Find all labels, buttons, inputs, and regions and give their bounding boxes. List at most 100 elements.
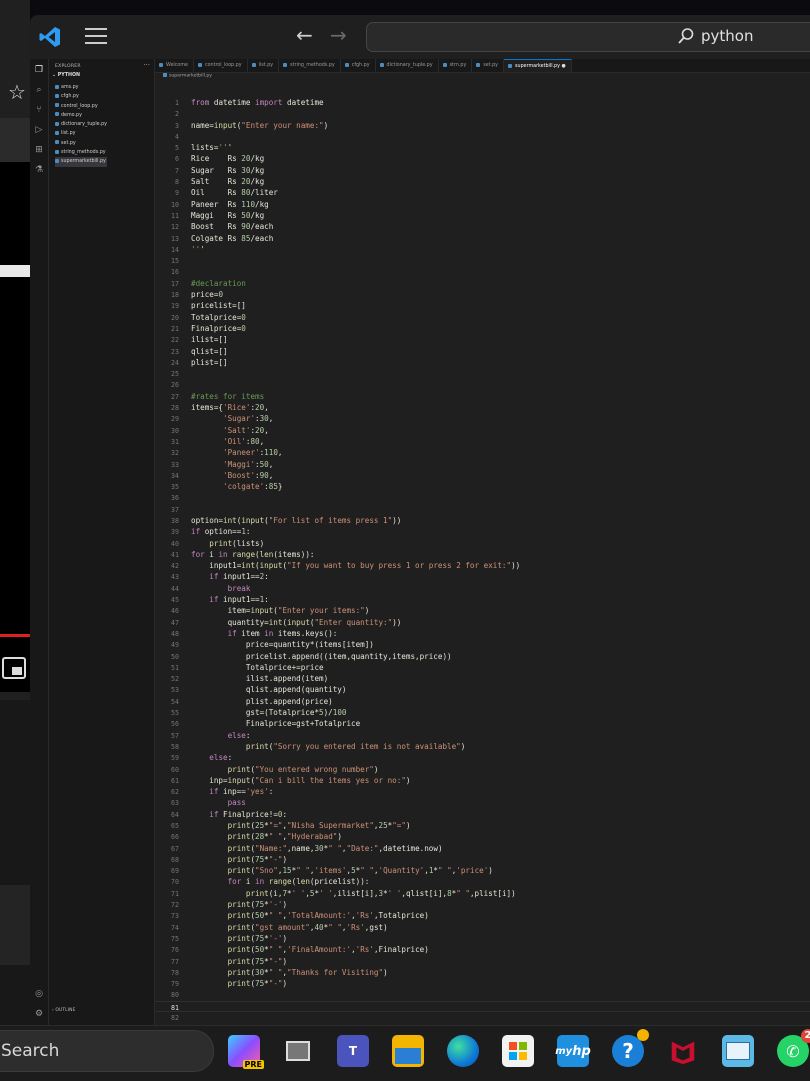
code-line[interactable]: 72 print(75*'-') <box>155 899 810 910</box>
code-line[interactable]: 59 else: <box>155 752 810 763</box>
account-icon[interactable]: ◎ <box>33 989 45 999</box>
code-line[interactable]: 75 print(75*'-') <box>155 933 810 944</box>
code-line[interactable]: 69 print("Sno",15*" ",'items',5*" ",'Qua… <box>155 865 810 876</box>
code-line[interactable]: 4 <box>155 131 810 142</box>
mcafee-icon[interactable] <box>667 1035 699 1067</box>
code-line[interactable]: 60 print("You entered wrong number") <box>155 764 810 775</box>
editor-tab[interactable]: dictionary_tuple.py <box>376 59 439 72</box>
code-line[interactable]: 61 inp=input("Can i bill the items yes o… <box>155 775 810 786</box>
code-line[interactable]: 36 <box>155 492 810 503</box>
code-line[interactable]: 81 <box>155 1000 810 1013</box>
code-line[interactable]: 3 name=input("Enter your name:") <box>155 120 810 131</box>
code-line[interactable]: 44 break <box>155 583 810 594</box>
code-line[interactable]: 53 qlist.append(quantity) <box>155 684 810 695</box>
code-line[interactable]: 62 if inp=='yes': <box>155 786 810 797</box>
outline-section[interactable]: › OUTLINE <box>52 1008 75 1013</box>
teams-icon[interactable]: T <box>337 1035 369 1067</box>
code-line[interactable]: 56 Finalprice=gst+Totalprice <box>155 718 810 729</box>
code-line[interactable]: 9 Oil Rs 80/liter <box>155 187 810 198</box>
code-line[interactable]: 24 plist=[] <box>155 357 810 368</box>
editor-tab[interactable]: cfgh.py <box>341 59 376 72</box>
code-editor[interactable]: 1 from datetime import datetime 2 3 name=inp… <box>155 97 810 1023</box>
editor-tab[interactable]: list.py <box>248 59 280 72</box>
code-line[interactable]: 52 ilist.append(item) <box>155 673 810 684</box>
explorer-file-item[interactable]: control_loop.py <box>55 102 107 111</box>
code-line[interactable]: 80 <box>155 989 810 1000</box>
testing-icon[interactable]: ⚗ <box>33 165 45 175</box>
code-line[interactable]: 29 'Sugar':30, <box>155 413 810 424</box>
code-line[interactable]: 10 Paneer Rs 110/kg <box>155 199 810 210</box>
breadcrumb[interactable]: supermarketbill.py <box>163 73 212 79</box>
code-line[interactable]: 17 #declaration <box>155 278 810 289</box>
code-line[interactable]: 55 gst=(Totalprice*5)/100 <box>155 707 810 718</box>
code-line[interactable]: 40 print(lists) <box>155 538 810 549</box>
code-line[interactable]: 20 Totalprice=0 <box>155 312 810 323</box>
code-line[interactable]: 37 <box>155 504 810 515</box>
code-line[interactable]: 30 'Salt':20, <box>155 425 810 436</box>
code-line[interactable]: 35 'colgate':85} <box>155 481 810 492</box>
code-line[interactable]: 68 print(75*"-") <box>155 854 810 865</box>
code-line[interactable]: 79 print(75*"-") <box>155 978 810 989</box>
code-line[interactable]: 45 if input1==1: <box>155 594 810 605</box>
code-line[interactable]: 16 <box>155 266 810 277</box>
explorer-file-item[interactable]: string_methods.py <box>55 148 107 157</box>
code-line[interactable]: 42 input1=int(input("If you want to buy … <box>155 560 810 571</box>
code-line[interactable]: 71 print(i,7*' ',5*' ',ilist[i],3*' ',ql… <box>155 888 810 899</box>
code-line[interactable]: 73 print(50*" ",'TotalAmount:','Rs',Tota… <box>155 910 810 921</box>
taskbar-search[interactable]: Search <box>0 1030 214 1072</box>
copilot-icon[interactable]: PRE <box>228 1035 264 1069</box>
extensions-icon[interactable]: ⊞ <box>33 145 45 155</box>
code-line[interactable]: 7 Sugar Rs 30/kg <box>155 165 810 176</box>
code-line[interactable]: 47 quantity=int(input("Enter quantity:")… <box>155 617 810 628</box>
back-arrow-icon[interactable]: ← <box>296 23 313 47</box>
run-debug-icon[interactable]: ▷ <box>33 125 45 135</box>
star-icon[interactable]: ☆ <box>8 80 26 104</box>
code-line[interactable]: 18 price=0 <box>155 289 810 300</box>
picture-in-picture-icon[interactable] <box>2 657 26 679</box>
code-line[interactable]: 39 if option==1: <box>155 526 810 537</box>
explorer-file-item[interactable]: set.py <box>55 139 107 148</box>
code-line[interactable]: 43 if input1==2: <box>155 571 810 582</box>
explorer-file-item[interactable]: ams.py <box>55 83 107 92</box>
explorer-icon[interactable]: ❐ <box>33 65 45 75</box>
code-line[interactable]: 77 print(75*"-") <box>155 956 810 967</box>
code-line[interactable]: 23 qlist=[] <box>155 346 810 357</box>
code-line[interactable]: 31 'Oil':80, <box>155 436 810 447</box>
code-line[interactable]: 28 items={'Rice':20, <box>155 402 810 413</box>
unsaved-dot-icon[interactable]: ● <box>560 64 565 69</box>
folder-python[interactable]: ⌄ PYTHON <box>52 73 80 78</box>
edge-browser-icon[interactable] <box>447 1035 479 1067</box>
editor-tab[interactable]: string_methods.py <box>279 59 341 72</box>
code-line[interactable]: 48 if item in items.keys(): <box>155 628 810 639</box>
menu-icon[interactable] <box>85 28 107 46</box>
code-line[interactable]: 11 Maggi Rs 50/kg <box>155 210 810 221</box>
code-line[interactable]: 46 item=input("Enter your items:") <box>155 605 810 616</box>
search-view-icon[interactable]: ⌕ <box>33 85 45 95</box>
video-progress-bar[interactable] <box>0 634 30 637</box>
code-line[interactable]: 6 Rice Rs 20/kg <box>155 153 810 164</box>
code-line[interactable]: 63 pass <box>155 797 810 808</box>
code-line[interactable]: 1 from datetime import datetime <box>155 97 810 108</box>
microsoft-store-icon[interactable] <box>502 1035 534 1067</box>
code-line[interactable]: 2 <box>155 108 810 119</box>
code-line[interactable]: 14 ''' <box>155 244 810 255</box>
code-line[interactable]: 78 print(30*" ","Thanks for Visiting") <box>155 967 810 978</box>
code-line[interactable]: 58 print("Sorry you entered item is not … <box>155 741 810 752</box>
code-line[interactable]: 82 <box>155 1012 810 1023</box>
code-line[interactable]: 26 <box>155 379 810 390</box>
code-line[interactable]: 66 print(28*" ","Hyderabad") <box>155 831 810 842</box>
code-line[interactable]: 33 'Maggi':50, <box>155 459 810 470</box>
code-line[interactable]: 76 print(50*" ",'FinalAmount:','Rs',Fina… <box>155 944 810 955</box>
code-line[interactable]: 22 ilist=[] <box>155 334 810 345</box>
editor-tab[interactable]: strn.py <box>439 59 473 72</box>
code-line[interactable]: 41 for i in range(len(items)): <box>155 549 810 560</box>
code-line[interactable]: 67 print("Name:",name,30*" ","Date:",dat… <box>155 843 810 854</box>
code-line[interactable]: 27 #rates for items <box>155 391 810 402</box>
code-line[interactable]: 19 pricelist=[] <box>155 300 810 311</box>
editor-tab[interactable]: set.py <box>472 59 505 72</box>
code-line[interactable]: 57 else: <box>155 730 810 741</box>
code-line[interactable]: 12 Boost Rs 90/each <box>155 221 810 232</box>
code-line[interactable]: 38 option=int(input("For list of items pr… <box>155 515 810 526</box>
code-line[interactable]: 8 Salt Rs 20/kg <box>155 176 810 187</box>
code-line[interactable]: 74 print("gst amount",40*" ",'Rs',gst) <box>155 922 810 933</box>
